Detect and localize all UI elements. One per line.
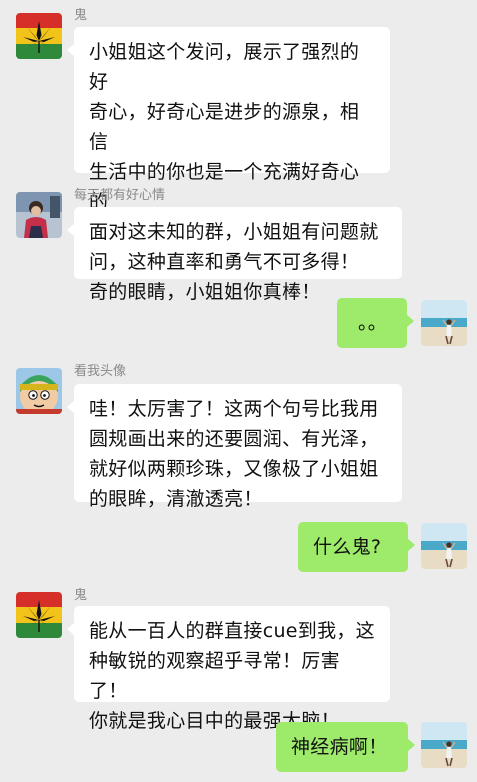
message-bubble[interactable]: 什么鬼?: [298, 522, 415, 572]
cartoon-face-icon: [16, 368, 62, 414]
message-bubble[interactable]: 。。: [337, 298, 414, 348]
sender-nickname: 鬼: [74, 588, 88, 603]
message-bubble[interactable]: 面对这未知的群，小姐姐有问题就 问，这种直率和勇气不可多得！: [67, 207, 402, 279]
sender-nickname: 看我头像: [74, 364, 127, 379]
sender-nickname: 鬼: [74, 8, 88, 23]
avatar[interactable]: [421, 722, 467, 768]
avatar[interactable]: [16, 192, 62, 238]
avatar[interactable]: [421, 523, 467, 569]
message-bubble[interactable]: 小姐姐这个发问，展示了强烈的好 奇心，好奇心是进步的源泉，相信 生活中的你也是一…: [67, 27, 390, 303]
child-photo-icon: [16, 192, 62, 238]
message-bubble[interactable]: 神经病啊！: [276, 722, 415, 772]
cannabis-leaf-icon: [16, 13, 62, 59]
avatar[interactable]: [16, 368, 62, 414]
avatar[interactable]: [16, 13, 62, 59]
beach-photo-icon: [421, 523, 467, 569]
message-bubble[interactable]: 哇！太厉害了！这两个句号比我用 圆规画出来的还要圆润、有光泽， 就好似两颗珍珠，…: [67, 384, 402, 510]
cannabis-leaf-icon: [16, 592, 62, 638]
avatar[interactable]: [16, 592, 62, 638]
beach-photo-icon: [421, 722, 467, 768]
avatar[interactable]: [421, 300, 467, 346]
sender-nickname: 每天都有好心情: [74, 188, 166, 203]
beach-photo-icon: [421, 300, 467, 346]
message-bubble[interactable]: 能从一百人的群直接cue到我，这 种敏锐的观察超乎寻常！厉害了！ 你就是我心目中…: [67, 606, 390, 732]
